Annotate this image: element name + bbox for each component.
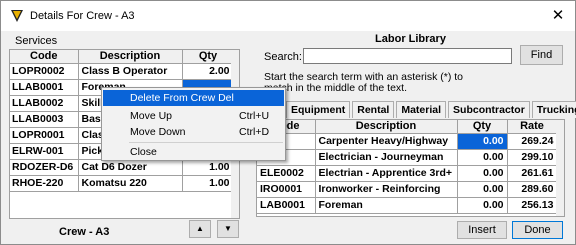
grid-header-row: Code Description Qty Rate — [257, 120, 558, 134]
cell-rate[interactable]: 261.61 — [507, 165, 558, 182]
cell-code[interactable]: RHOE-220 — [10, 175, 79, 192]
search-label: Search: — [264, 51, 302, 63]
close-button[interactable]: ✕ — [549, 8, 567, 24]
search-input[interactable] — [303, 48, 512, 64]
cell-qty[interactable]: 1.00 — [182, 175, 235, 192]
tab-material[interactable]: Material — [396, 101, 447, 118]
cell-code[interactable]: LLAB0002 — [10, 95, 79, 112]
cell-code[interactable]: ELE0002 — [257, 165, 316, 182]
cell-rate[interactable]: 299.10 — [507, 149, 558, 166]
table-row[interactable]: LAB0001 Foreman 0.00 256.13 — [257, 197, 558, 214]
cell-description[interactable]: Carpenter Heavy/Highway — [315, 133, 458, 150]
column-header-description[interactable]: Description — [78, 50, 183, 64]
cell-qty[interactable]: 2.00 — [182, 63, 235, 80]
grid-header-row: Code Description Qty — [10, 50, 235, 64]
done-button[interactable]: Done — [512, 221, 563, 239]
move-up-button[interactable]: ▲ — [189, 220, 211, 238]
tab-subcontractor[interactable]: Subcontractor — [448, 101, 530, 118]
cell-qty[interactable]: 1.00 — [182, 159, 235, 176]
labor-library-panel: Labor Library Search: Find Start the sea… — [256, 31, 576, 239]
crew-name-label: Crew - A3 — [59, 226, 110, 238]
cell-description[interactable]: Ironworker - Reinforcing — [315, 181, 458, 198]
move-down-button[interactable]: ▼ — [217, 220, 239, 238]
menu-item-close[interactable]: Close — [103, 144, 284, 160]
menu-item-shortcut: Ctrl+D — [239, 126, 270, 138]
menu-item-move-up[interactable]: Move Up Ctrl+U — [103, 108, 284, 124]
right-grid-scrollbar[interactable] — [556, 120, 564, 216]
cell-qty[interactable]: 0.00 — [457, 149, 508, 166]
menu-item-label: Move Up — [130, 110, 173, 122]
cell-description[interactable]: Foreman — [315, 197, 458, 214]
cell-code[interactable]: RDOZER-D6 — [10, 159, 79, 176]
table-row[interactable]: RDOZER-D6 Cat D6 Dozer 1.00 — [10, 159, 235, 176]
cell-qty[interactable]: 0.00 — [457, 197, 508, 214]
cell-qty[interactable]: 0.00 — [457, 165, 508, 182]
row-context-menu: Delete From Crew Del Move Up Ctrl+U Move… — [101, 87, 286, 161]
tab-rental[interactable]: Rental — [352, 101, 395, 118]
menu-item-delete-from-crew[interactable]: Delete From Crew Del — [103, 90, 284, 106]
tab-equipment[interactable]: Equipment — [286, 101, 351, 118]
cell-code[interactable]: ELRW-001 — [10, 143, 79, 160]
menu-item-move-down[interactable]: Move Down Ctrl+D — [103, 124, 284, 140]
title-bar: Details For Crew - A3 ✕ — [1, 1, 575, 31]
menu-separator — [129, 142, 283, 143]
column-header-code[interactable]: Code — [10, 50, 79, 64]
services-label: Services — [15, 35, 58, 47]
crew-details-window: Details For Crew - A3 ✕ Services Code De… — [0, 0, 576, 245]
cell-code[interactable]: LOPR0002 — [10, 63, 79, 80]
table-row[interactable]: LOPR0002 Class B Operator 2.00 — [10, 63, 235, 80]
column-header-qty[interactable]: Qty — [182, 50, 235, 64]
library-tabs: Equipment Rental Material Subcontractor … — [286, 101, 576, 118]
cell-code[interactable]: LLAB0001 — [10, 79, 79, 96]
cell-description[interactable]: Electrian - Apprentice 3rd+ — [315, 165, 458, 182]
cell-description[interactable]: Cat D6 Dozer — [78, 159, 183, 176]
cell-qty[interactable]: 0.00 — [457, 181, 508, 198]
cell-qty-editing[interactable]: 0.00 — [457, 133, 508, 150]
library-title: Labor Library — [375, 33, 446, 45]
cell-code[interactable]: IRO0001 — [257, 181, 316, 198]
column-header-rate[interactable]: Rate — [507, 120, 558, 134]
menu-item-label: Move Down — [130, 126, 186, 138]
table-row[interactable]: 0001 Electrician - Journeyman 0.00 299.1… — [257, 149, 558, 166]
cell-rate[interactable]: 289.60 — [507, 181, 558, 198]
menu-item-shortcut: Ctrl+U — [239, 110, 270, 122]
menu-item-label: Delete From Crew Del — [130, 92, 234, 104]
menu-item-label: Close — [130, 146, 157, 158]
cell-rate[interactable]: 256.13 — [507, 197, 558, 214]
insert-button[interactable]: Insert — [457, 221, 507, 239]
labor-library-grid: Code Description Qty Rate 0001 Carpenter… — [256, 119, 565, 217]
find-button[interactable]: Find — [520, 45, 563, 65]
column-header-description[interactable]: Description — [315, 120, 458, 134]
search-hint: Start the search term with an asterisk (… — [264, 71, 463, 94]
cell-code[interactable]: LLAB0003 — [10, 111, 79, 128]
table-row[interactable]: RHOE-220 Komatsu 220 1.00 — [10, 175, 235, 192]
tab-trucking[interactable]: Trucking — [531, 101, 576, 118]
crew-app-icon — [11, 10, 23, 22]
cell-description[interactable]: Class B Operator — [78, 63, 183, 80]
table-row[interactable]: ELE0002 Electrian - Apprentice 3rd+ 0.00… — [257, 165, 558, 182]
cell-code[interactable]: LAB0001 — [257, 197, 316, 214]
cell-rate[interactable]: 269.24 — [507, 133, 558, 150]
column-header-qty[interactable]: Qty — [457, 120, 508, 134]
window-title: Details For Crew - A3 — [30, 10, 135, 22]
cell-description[interactable]: Electrician - Journeyman — [315, 149, 458, 166]
table-row[interactable]: 0001 Carpenter Heavy/Highway 0.00 269.24 — [257, 133, 558, 150]
cell-description[interactable]: Komatsu 220 — [78, 175, 183, 192]
cell-code[interactable]: LOPR0001 — [10, 127, 79, 144]
table-row[interactable]: IRO0001 Ironworker - Reinforcing 0.00 28… — [257, 181, 558, 198]
